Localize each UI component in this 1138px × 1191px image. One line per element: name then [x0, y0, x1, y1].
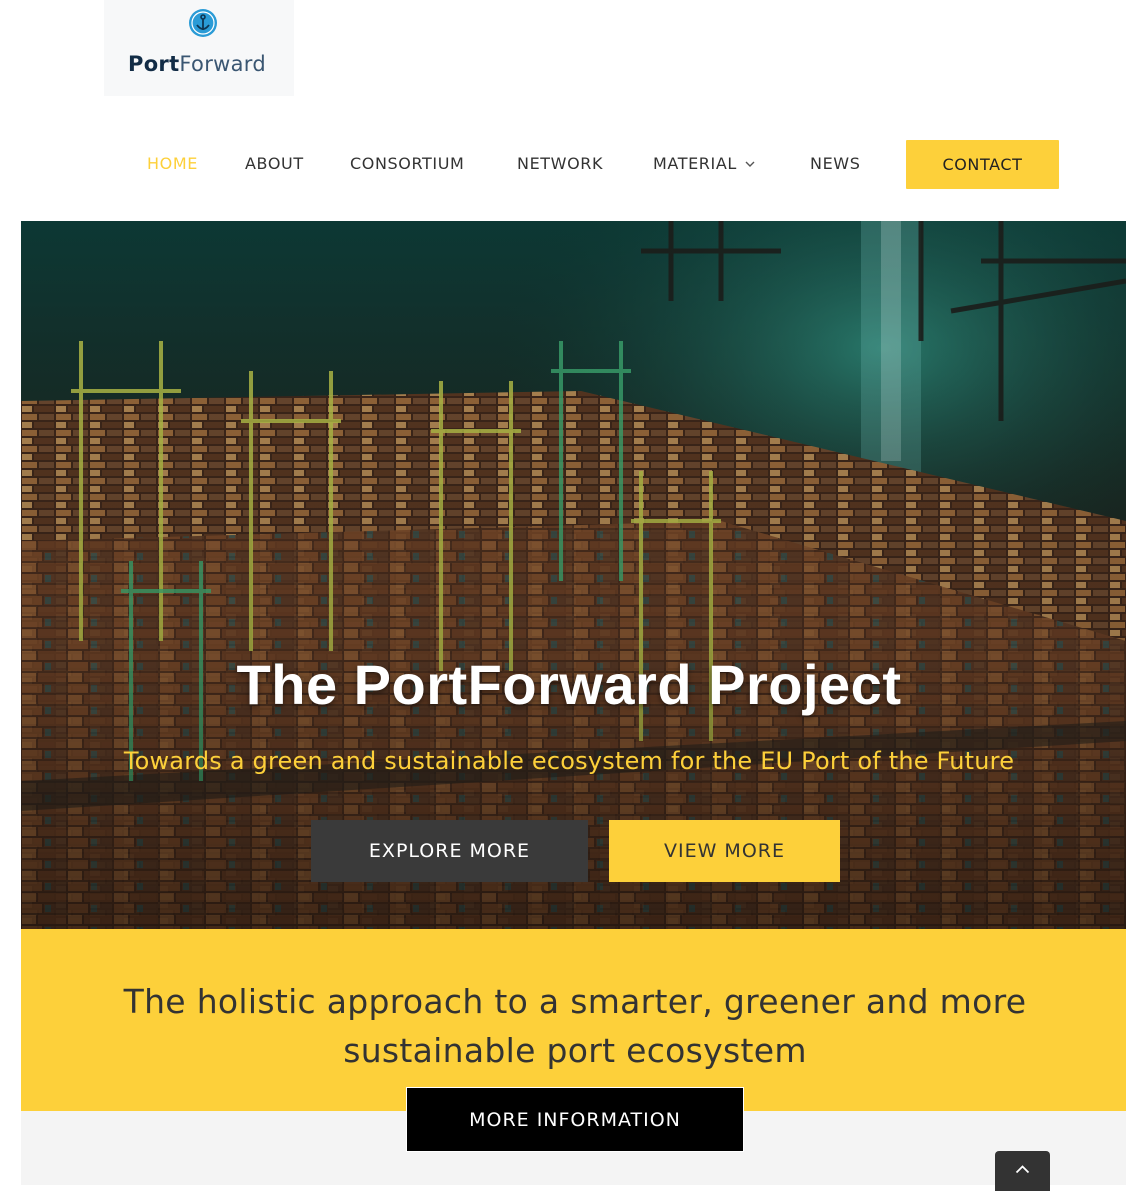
main-navigation: HOME ABOUT CONSORTIUM NETWORK MATERIAL N…	[0, 140, 1138, 190]
view-more-button[interactable]: VIEW MORE	[609, 820, 840, 882]
tagline-line-1: The holistic approach to a smarter, gree…	[123, 982, 1027, 1021]
contact-button[interactable]: CONTACT	[906, 140, 1059, 189]
hero-subtitle: Towards a green and sustainable ecosyste…	[123, 747, 1015, 775]
nav-item-news[interactable]: NEWS	[810, 140, 860, 190]
chevron-down-icon	[745, 161, 755, 167]
chevron-up-icon	[1015, 1165, 1030, 1174]
tagline-line-2: sustainable port ecosystem	[343, 1031, 807, 1070]
hero-title: The PortForward Project	[236, 653, 902, 716]
more-information-button[interactable]: MORE INFORMATION	[406, 1087, 744, 1152]
logo-wordmark: PortForward	[128, 52, 266, 76]
nav-item-material-label: MATERIAL	[653, 154, 737, 173]
logo-text-light: Forward	[179, 52, 266, 76]
explore-more-button[interactable]: EXPLORE MORE	[311, 820, 588, 882]
logo-text-bold: Port	[128, 52, 180, 76]
nav-item-about[interactable]: ABOUT	[245, 140, 304, 190]
scroll-to-top-button[interactable]	[995, 1151, 1050, 1191]
nav-item-network[interactable]: NETWORK	[517, 140, 603, 190]
tagline-text: The holistic approach to a smarter, gree…	[0, 977, 1138, 1075]
anchor-globe-icon	[189, 9, 217, 37]
site-logo[interactable]: PortForward	[104, 0, 294, 96]
nav-item-consortium[interactable]: CONSORTIUM	[350, 140, 464, 190]
nav-item-home[interactable]: HOME	[147, 140, 198, 190]
nav-item-material[interactable]: MATERIAL	[653, 140, 755, 190]
